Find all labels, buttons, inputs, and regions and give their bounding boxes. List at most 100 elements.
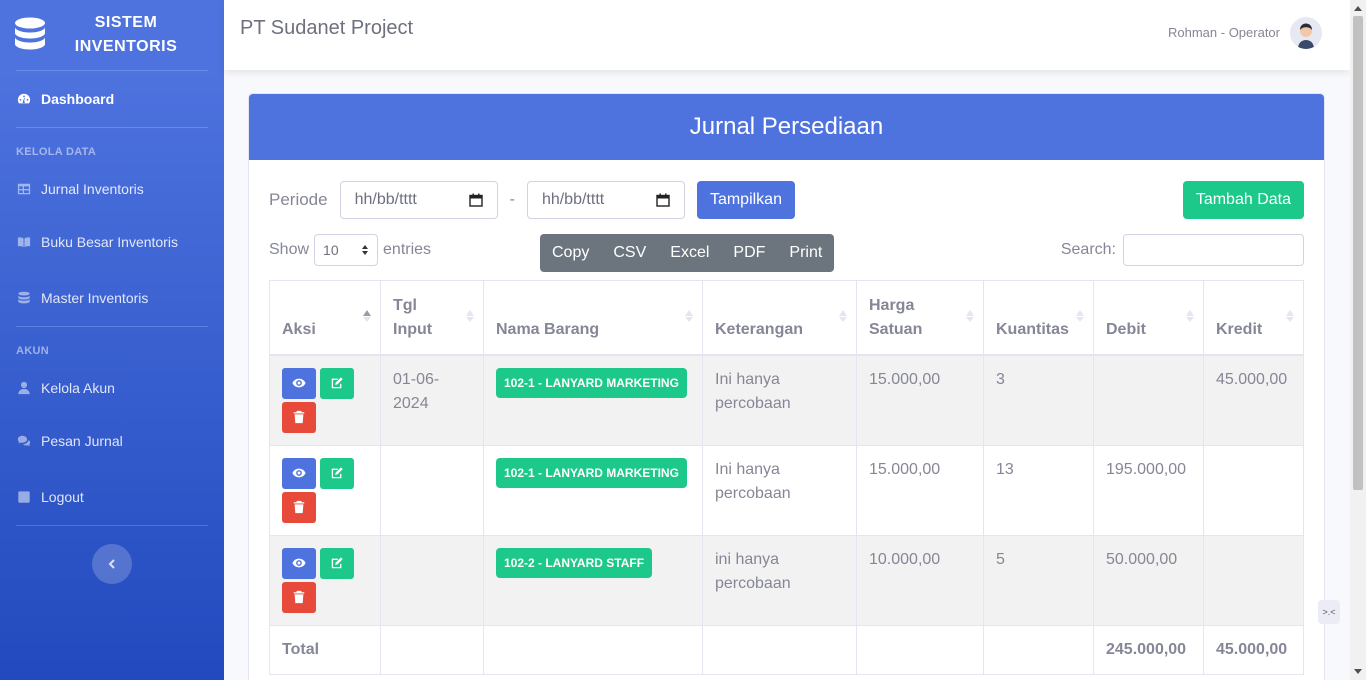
tambah-data-button[interactable]: Tambah Data (1182, 181, 1304, 219)
csv-button[interactable]: CSV (601, 234, 658, 272)
tampilkan-button[interactable]: Tampilkan (696, 181, 795, 219)
sidebar-item-label: Kelola Akun (41, 380, 115, 396)
actions-cell (269, 354, 381, 446)
harga-cell: 15.000,00 (856, 354, 984, 446)
date-separator: - (509, 191, 515, 208)
delete-button[interactable] (282, 581, 316, 613)
date-to-input[interactable]: hh/bb/tttt (526, 181, 685, 219)
edit-button[interactable] (320, 457, 354, 489)
sidebar-item-label: Buku Besar Inventoris (41, 234, 178, 250)
page-scrollbar[interactable] (1350, 0, 1366, 680)
column-header-nama-barang[interactable]: Nama Barang (483, 280, 703, 356)
section-heading-akun: AKUN (16, 345, 49, 357)
calendar-icon[interactable] (656, 193, 670, 207)
scroll-thumb[interactable] (1353, 16, 1363, 490)
table-row: 102-1 - LANYARD MARKETING Ini hanya perc… (269, 444, 1304, 536)
entries-select[interactable]: 10 (314, 234, 379, 266)
sort-icon (1186, 310, 1194, 322)
nama-cell: 102-1 - LANYARD MARKETING (483, 444, 703, 536)
copy-button[interactable]: Copy (540, 234, 601, 272)
sidebar-item-buku-besar[interactable]: Buku Besar Inventoris (0, 214, 224, 270)
avatar[interactable] (1290, 17, 1322, 49)
calendar-icon[interactable] (468, 193, 483, 207)
sidebar-item-master[interactable]: Master Inventoris (0, 270, 224, 326)
sidebar-item-dashboard[interactable]: Dashboard (0, 71, 224, 127)
book-open-icon (16, 235, 32, 249)
search-label: Search: (1060, 241, 1116, 258)
sort-icon (685, 310, 693, 322)
column-header-kredit[interactable]: Kredit (1203, 280, 1304, 356)
keterangan-cell: ini hanya percobaan (702, 534, 857, 626)
scroll-down-icon[interactable] (1354, 669, 1362, 674)
harga-cell: 10.000,00 (856, 534, 984, 626)
brand[interactable]: SISTEM INVENTORIS (0, 0, 224, 70)
sidebar-item-label: Jurnal Inventoris (41, 181, 144, 197)
column-header-aksi[interactable]: Aksi (269, 280, 381, 356)
sort-icon (1286, 310, 1294, 322)
tgl-cell (380, 534, 484, 626)
sidebar-toggle-button[interactable] (92, 544, 132, 584)
kuantitas-cell: 3 (983, 354, 1094, 446)
tachometer-icon (16, 92, 32, 106)
debit-cell: 50.000,00 (1093, 534, 1204, 626)
topbar: PT Sudanet Project Rohman - Operator (224, 0, 1350, 70)
date-from-input[interactable]: hh/bb/tttt (339, 181, 498, 219)
total-label: Total (269, 624, 381, 675)
view-button[interactable] (282, 457, 316, 489)
view-button[interactable] (282, 367, 316, 399)
sidebar-item-jurnal[interactable]: Jurnal Inventoris (0, 164, 224, 214)
scroll-up-icon[interactable] (1354, 6, 1362, 11)
delete-button[interactable] (282, 491, 316, 523)
kredit-cell (1203, 534, 1304, 626)
square-icon (16, 490, 32, 504)
column-header-keterangan[interactable]: Keterangan (702, 280, 857, 356)
kuantitas-cell: 13 (983, 444, 1094, 536)
keterangan-cell: Ini hanya percobaan (702, 444, 857, 536)
debit-cell: 195.000,00 (1093, 444, 1204, 536)
edit-button[interactable] (320, 547, 354, 579)
eye-icon (292, 468, 306, 478)
sidebar-item-pesan-jurnal[interactable]: Pesan Jurnal (0, 413, 224, 469)
trash-icon (293, 590, 305, 604)
sidebar-item-kelola-akun[interactable]: Kelola Akun (0, 363, 224, 413)
translate-widget-icon[interactable]: >.< (1318, 600, 1340, 624)
actions-cell (269, 534, 381, 626)
periode-label: Periode (269, 190, 328, 209)
print-button[interactable]: Print (777, 234, 834, 272)
harga-cell: 15.000,00 (856, 444, 984, 536)
database-icon (16, 291, 32, 305)
tgl-cell: 01-06-2024 (380, 354, 484, 446)
excel-button[interactable]: Excel (658, 234, 721, 272)
delete-button[interactable] (282, 401, 316, 433)
entries-length: Show 10 entries (269, 234, 431, 266)
debit-cell (1093, 354, 1204, 446)
sort-icon (466, 310, 474, 322)
table-icon (16, 182, 32, 196)
show-label: Show (269, 241, 310, 258)
search-input[interactable] (1123, 234, 1304, 266)
actions-cell (269, 444, 381, 536)
jurnal-card: Jurnal Persediaan Periode hh/bb/tttt - h… (248, 93, 1325, 680)
trash-icon (293, 500, 305, 514)
kredit-cell: 45.000,00 (1203, 354, 1304, 446)
edit-button[interactable] (320, 367, 354, 399)
eye-icon (292, 378, 306, 388)
sort-asc-icon (363, 310, 371, 322)
column-header-tgl-input[interactable]: Tgl Input (380, 280, 484, 356)
column-header-kuantitas[interactable]: Kuantitas (983, 280, 1094, 356)
item-badge: 102-2 - LANYARD STAFF (496, 547, 653, 578)
pdf-button[interactable]: PDF (721, 234, 777, 272)
company-name: PT Sudanet Project (240, 17, 414, 39)
view-button[interactable] (282, 547, 316, 579)
table-row: 01-06-2024 102-1 - LANYARD MARKETING Ini… (269, 354, 1304, 446)
brand-line1: SISTEM (94, 14, 158, 31)
total-debit: 245.000,00 (1093, 624, 1204, 675)
column-header-debit[interactable]: Debit (1093, 280, 1204, 356)
sidebar-item-label: Logout (41, 489, 84, 505)
item-badge: 102-1 - LANYARD MARKETING (496, 367, 687, 398)
user-name[interactable]: Rohman - Operator (1168, 25, 1280, 40)
brand-line2: INVENTORIS (74, 38, 178, 55)
sidebar-item-logout[interactable]: Logout (0, 469, 224, 525)
sort-arrows-icon (362, 245, 369, 255)
column-header-harga-satuan[interactable]: Harga Satuan (856, 280, 984, 356)
